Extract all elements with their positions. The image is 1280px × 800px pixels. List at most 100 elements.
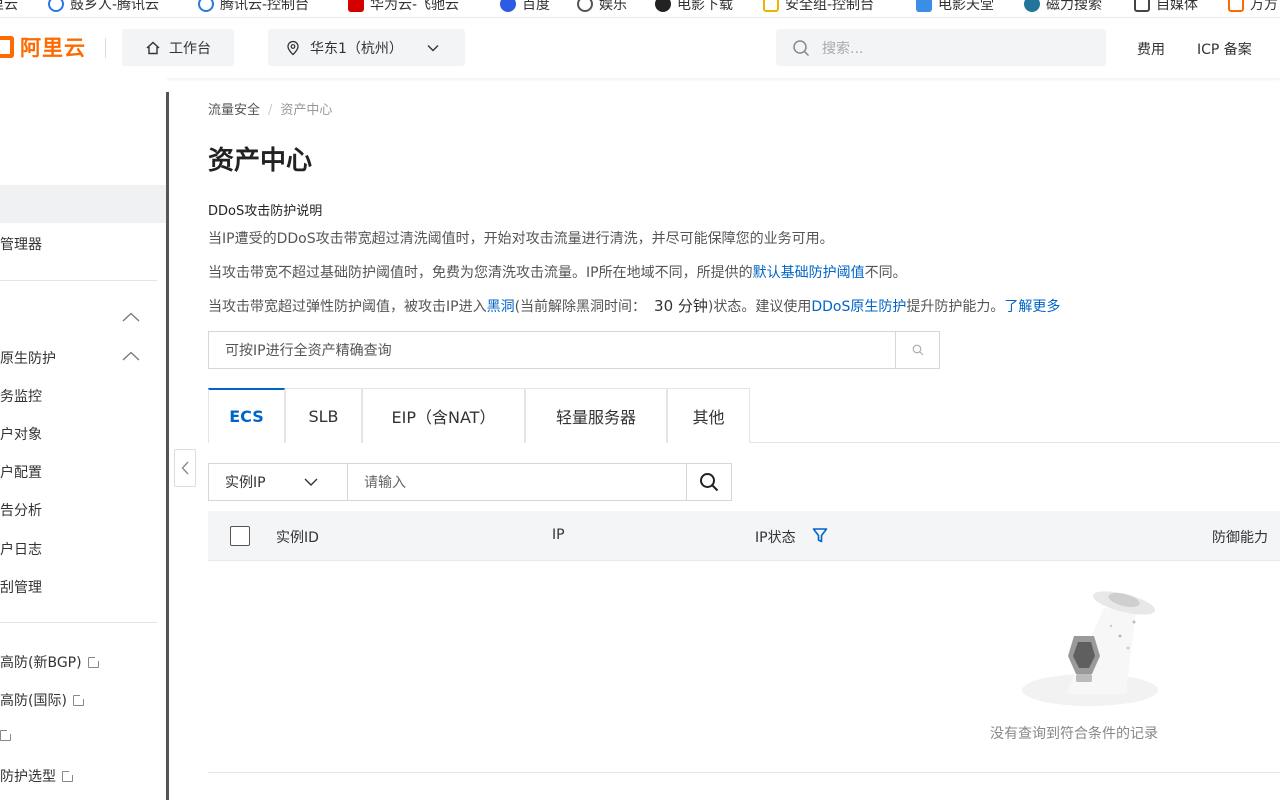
asset-search-box[interactable]: 可按IP进行全资产精确查询 <box>208 331 940 369</box>
sidebar-divider <box>0 622 157 623</box>
region-label: 华东1（杭州） <box>310 40 403 57</box>
aliyun-logo-icon <box>0 36 14 58</box>
huawei-icon <box>348 0 364 12</box>
home-icon <box>146 41 160 54</box>
search-icon <box>793 39 810 56</box>
page-icon <box>1134 0 1150 12</box>
cloud-icon <box>198 0 214 12</box>
globe-icon <box>577 0 593 12</box>
workbench-button[interactable]: 工作台 <box>122 29 234 66</box>
sidebar-scrollbar[interactable] <box>166 92 169 800</box>
tab-lightweight-server[interactable]: 轻量服务器 <box>525 388 667 443</box>
region-selector[interactable]: 华东1（杭州） <box>268 29 465 66</box>
bookmark-item[interactable]: 电影下载 <box>655 0 733 14</box>
empty-state-illustration <box>1022 591 1158 706</box>
bookmark-item[interactable]: 百度 <box>500 0 550 14</box>
chevron-left-icon <box>181 461 189 475</box>
bookmark-item[interactable]: 自媒体 <box>1134 0 1198 14</box>
asset-search-input[interactable]: 可按IP进行全资产精确查询 <box>209 340 895 360</box>
sidebar-link[interactable] <box>0 728 13 744</box>
global-nav-search[interactable]: 搜索... <box>776 29 1106 66</box>
page-title: 资产中心 <box>208 146 313 176</box>
table-bottom-border <box>208 772 1280 773</box>
sidebar-item-config[interactable]: 户配置 <box>0 462 42 482</box>
blackhole-link[interactable]: 黑洞 <box>487 299 515 315</box>
sidebar-item[interactable]: 管理器 <box>0 234 42 254</box>
tab-ecs[interactable]: ECS <box>208 388 285 443</box>
bookmark-item[interactable]: 安全组-控制台 <box>763 0 874 14</box>
sidebar-item-logs[interactable]: 户日志 <box>0 539 42 559</box>
bookmark-item[interactable]: 磁力搜索 <box>1024 0 1102 14</box>
breadcrumb-link[interactable]: 流量安全 <box>208 103 260 118</box>
info-heading: DDoS攻击防护说明 <box>208 204 323 219</box>
search-icon <box>700 473 719 492</box>
bookmark-item[interactable]: 腾讯云-控制台 <box>198 0 309 14</box>
filter-field-label: 实例IP <box>225 475 266 491</box>
bookmark-item[interactable]: 华为云-飞驰云 <box>348 0 459 14</box>
table-header: 实例ID IP IP状态 防御能力 <box>208 511 1280 561</box>
select-all-checkbox[interactable] <box>230 526 250 546</box>
filter-icon[interactable] <box>812 527 828 544</box>
sidebar-link-label: 高防(国际) <box>0 693 67 709</box>
column-ip-status[interactable]: IP状态 <box>755 527 796 547</box>
search-icon <box>912 344 923 356</box>
info-line: 当攻击带宽超过弹性防护阈值，被攻击IP进入黑洞(当前解除黑洞时间： 30 分钟)状… <box>208 297 1061 315</box>
bookmark-item[interactable]: 鼓乡人-腾讯云 <box>48 0 159 14</box>
nav-link-icp[interactable]: ICP 备案 <box>1197 39 1252 59</box>
baidu-icon <box>500 0 516 12</box>
filter-placeholder: 请输入 <box>364 475 406 491</box>
info-line: 当IP遭受的DDoS攻击带宽超过清洗阈值时，开始对攻击流量进行清洗，并尽可能保障… <box>208 231 834 247</box>
bookmark-item[interactable]: 里云 <box>0 0 18 14</box>
nav-link-fees[interactable]: 费用 <box>1137 39 1165 59</box>
external-link-icon <box>72 693 86 706</box>
chevron-down-icon <box>304 478 318 486</box>
folder-icon <box>763 0 779 12</box>
sidebar: 管理器 原生防护 务监控 户对象 户配置 告分析 户日志 刮管理 高防(新BGP… <box>0 78 167 800</box>
chevron-up-icon[interactable] <box>122 312 140 322</box>
chevron-down-icon <box>427 44 439 51</box>
default-threshold-link[interactable]: 默认基础防护阈值 <box>753 265 865 281</box>
sidebar-item-active[interactable] <box>0 185 167 223</box>
sidebar-link-bgp[interactable]: 高防(新BGP) <box>0 652 101 672</box>
column-ip[interactable]: IP <box>552 527 565 543</box>
aliyun-logo[interactable]: 阿里云 <box>0 32 86 62</box>
nav-divider <box>105 38 106 58</box>
sidebar-group-native-protection[interactable]: 原生防护 <box>0 348 56 368</box>
filter-search-button[interactable] <box>686 464 731 500</box>
location-pin-icon <box>287 40 299 55</box>
sidebar-item-objects[interactable]: 户对象 <box>0 424 42 444</box>
cloud-icon <box>48 0 64 12</box>
column-defense-capability[interactable]: 防御能力 <box>1212 527 1268 547</box>
search-placeholder: 搜索... <box>822 40 864 57</box>
sidebar-item-management[interactable]: 刮管理 <box>0 577 42 597</box>
filter-bar: 实例IP 请输入 <box>208 463 732 501</box>
breadcrumb: 流量安全 / 资产中心 <box>208 103 333 118</box>
bookmark-item[interactable]: 娱乐 <box>577 0 627 14</box>
bookmark-item[interactable]: 万方 <box>1228 0 1278 14</box>
learn-more-link[interactable]: 了解更多 <box>1004 299 1060 315</box>
bookmark-item[interactable]: 电影天堂 <box>916 0 994 14</box>
sidebar-item-monitor[interactable]: 务监控 <box>0 386 42 406</box>
empty-state-text: 没有查询到符合条件的记录 <box>990 726 1158 742</box>
asset-search-button[interactable] <box>895 332 939 368</box>
sidebar-link-selection[interactable]: 防护选型 <box>0 766 75 786</box>
top-nav: 阿里云 工作台 华东1（杭州） 搜索... 费用 ICP 备案 <box>0 18 1280 78</box>
tab-other[interactable]: 其他 <box>667 388 750 443</box>
main-content: 流量安全 / 资产中心 资产中心 DDoS攻击防护说明 当IP遭受的DDoS攻击带宽… <box>208 78 1280 800</box>
doc-icon <box>916 0 932 12</box>
tab-eip[interactable]: EIP（含NAT） <box>362 388 525 443</box>
workbench-label: 工作台 <box>169 40 211 57</box>
ddos-native-protection-link[interactable]: DDoS原生防护 <box>811 299 906 315</box>
asset-tabs: ECS SLB EIP（含NAT） 轻量服务器 其他 <box>208 388 1280 443</box>
external-link-icon <box>62 769 75 782</box>
bookmarks-bar: 里云 鼓乡人-腾讯云 腾讯云-控制台 华为云-飞驰云 百度 娱乐 电影下载 安全… <box>0 0 1280 18</box>
filter-input[interactable]: 请输入 <box>348 464 686 500</box>
sidebar-collapse-button[interactable] <box>174 449 196 487</box>
wordpress-icon <box>1024 0 1040 12</box>
chevron-up-icon[interactable] <box>122 351 140 361</box>
filter-field-select[interactable]: 实例IP <box>209 464 348 500</box>
column-instance-id[interactable]: 实例ID <box>276 527 319 547</box>
sidebar-link-intl[interactable]: 高防(国际) <box>0 690 86 710</box>
sidebar-item-analysis[interactable]: 告分析 <box>0 500 42 520</box>
tab-slb[interactable]: SLB <box>285 388 362 443</box>
